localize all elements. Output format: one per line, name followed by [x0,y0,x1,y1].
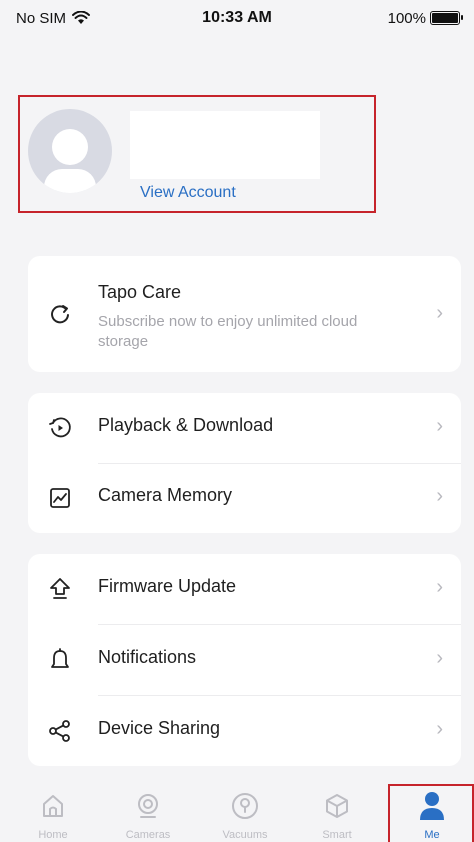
battery-icon [430,11,463,25]
carrier-label: No SIM [16,9,67,27]
vacuum-icon [230,791,260,821]
chart-icon [48,486,72,510]
media-card: Playback & Download › Camera Memory › [28,393,461,533]
chevron-right-icon: › [436,647,443,669]
tab-label: Vacuums [222,829,268,841]
home-icon [38,791,68,821]
menu-item-notifications[interactable]: Notifications › [28,625,461,695]
tab-label: Home [38,829,68,841]
share-icon [48,719,72,743]
tab-smart[interactable]: Smart [297,784,377,842]
view-account-link[interactable]: View Account [140,184,236,202]
wifi-icon [72,11,91,24]
tab-label: Smart [322,829,352,841]
status-time: 10:33 AM [202,9,272,26]
tab-vacuums[interactable]: Vacuums [205,784,285,842]
playback-icon [48,416,72,440]
chevron-right-icon: › [436,576,443,598]
avatar[interactable] [28,109,112,193]
upload-arrow-icon [48,577,72,601]
tab-home[interactable]: Home [13,784,93,842]
chevron-right-icon: › [436,415,443,437]
chevron-right-icon: › [436,302,443,324]
cube-icon [322,791,352,821]
chevron-right-icon: › [436,718,443,740]
status-bar: No SIM 10:33 AM 100% [0,0,474,36]
menu-item-firmware-update[interactable]: Firmware Update › [28,554,461,624]
menu-item-label: Camera Memory [98,485,233,505]
menu-item-playback-download[interactable]: Playback & Download › [28,393,461,463]
chevron-right-icon: › [436,485,443,507]
menu-item-label: Notifications [98,647,197,667]
tapo-care-subtitle: Subscribe now to enjoy unlimited cloud s… [98,313,358,350]
camera-icon [133,791,163,821]
refresh-icon [48,302,72,326]
profile-section[interactable]: View Account [18,95,376,213]
menu-item-label: Device Sharing [98,718,221,738]
menu-item-camera-memory[interactable]: Camera Memory › [28,463,461,533]
tab-label: Cameras [125,829,171,841]
device-settings-card: Firmware Update › Notifications › Device… [28,554,461,766]
me-tab-highlight [388,784,474,842]
menu-item-device-sharing[interactable]: Device Sharing › [28,696,461,766]
menu-item-label: Playback & Download [98,415,274,435]
tapo-care-title: Tapo Care [98,282,182,302]
account-name-redacted [130,111,320,179]
status-left: No SIM [16,9,91,27]
bell-icon [48,648,72,672]
status-right: 100% [387,9,463,27]
tab-cameras[interactable]: Cameras [108,784,188,842]
tapo-care-card[interactable]: Tapo Care Subscribe now to enjoy unlimit… [28,256,461,372]
menu-item-label: Firmware Update [98,576,237,596]
battery-percent: 100% [387,9,426,27]
